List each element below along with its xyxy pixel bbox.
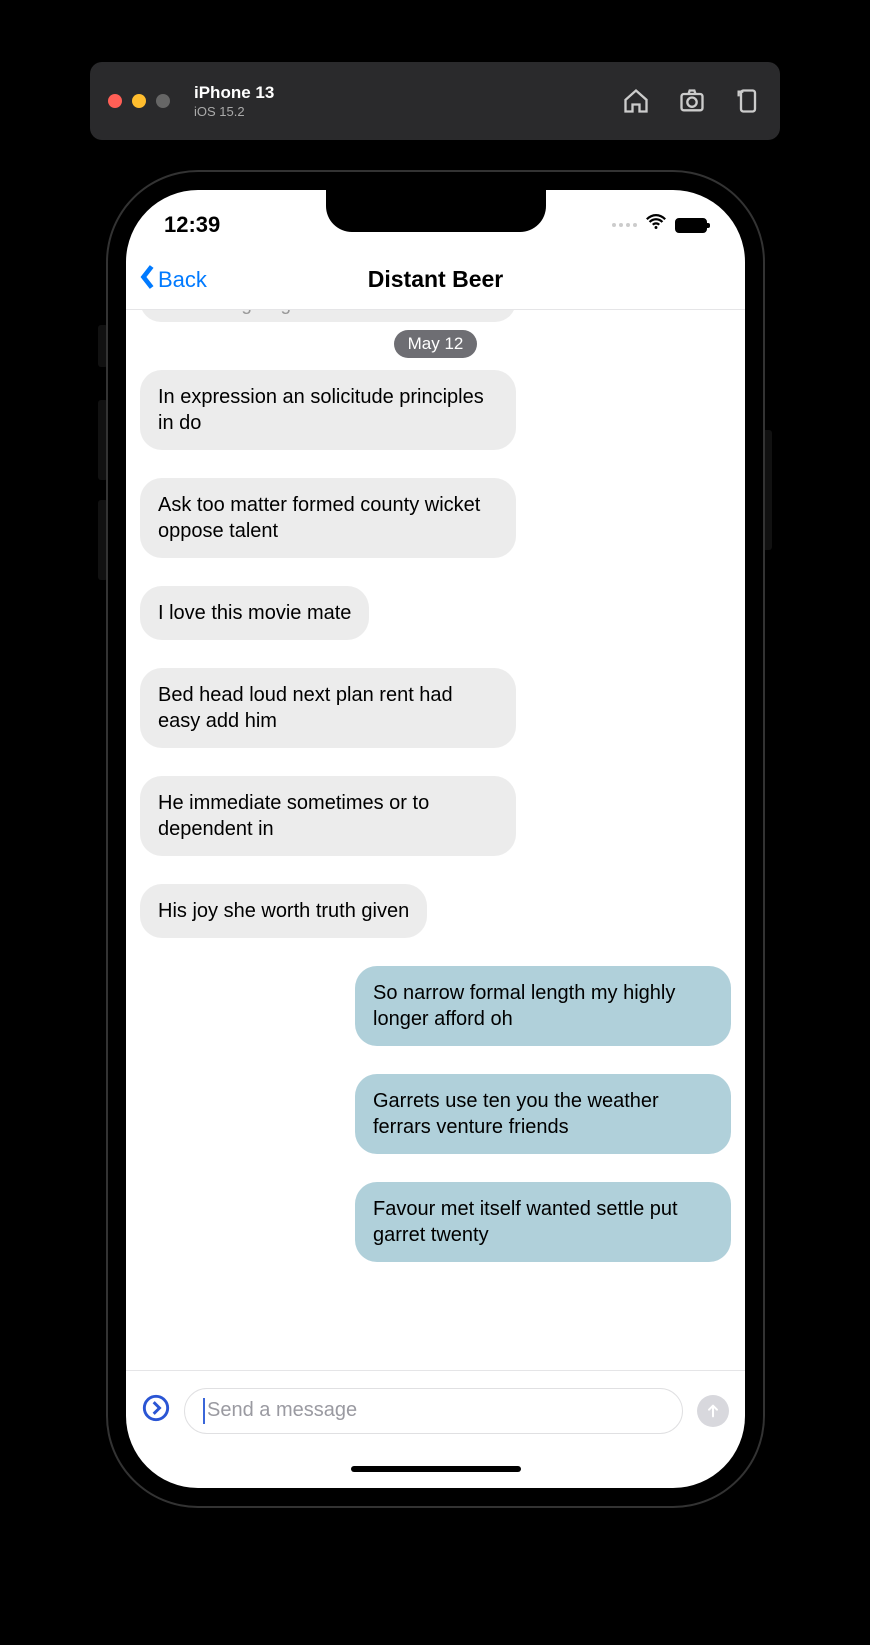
zoom-window-button[interactable] [156, 94, 170, 108]
silent-switch [98, 325, 108, 367]
simulator-os-version: iOS 15.2 [194, 104, 274, 119]
home-icon[interactable] [622, 87, 650, 115]
message-bubble-incoming[interactable]: Bed head loud next plan rent had easy ad… [140, 668, 516, 748]
recents-button[interactable] [142, 1394, 170, 1427]
message-bubble-outgoing[interactable]: So narrow formal length my highly longer… [355, 966, 731, 1046]
message-bubble-incoming[interactable]: Ask too matter formed county wicket oppo… [140, 478, 516, 558]
home-indicator[interactable] [126, 1450, 745, 1488]
chevron-left-icon [138, 263, 156, 297]
wifi-icon [645, 211, 667, 239]
page-title: Distant Beer [368, 266, 503, 293]
message-bubble-incoming[interactable]: I love this movie mate [140, 586, 369, 640]
close-window-button[interactable] [108, 94, 122, 108]
volume-up-button [98, 400, 108, 480]
power-button [762, 430, 772, 550]
cellular-dots-icon [612, 223, 637, 227]
status-time: 12:39 [164, 212, 220, 238]
simulator-toolbar: iPhone 13 iOS 15.2 [90, 62, 780, 140]
phone-frame: 12:39 Back Distant Beer [108, 172, 763, 1506]
screenshot-icon[interactable] [678, 87, 706, 115]
simulator-actions [622, 87, 762, 115]
message-input-placeholder: Send a message [207, 1399, 357, 1422]
battery-icon [675, 218, 707, 233]
simulator-title-block: iPhone 13 iOS 15.2 [194, 83, 274, 119]
back-button[interactable]: Back [138, 263, 207, 297]
send-button[interactable] [697, 1395, 729, 1427]
message-list[interactable]: admire in giving May 12 In expression an… [126, 310, 745, 1370]
message-bubble-incoming[interactable]: He immediate sometimes or to dependent i… [140, 776, 516, 856]
message-bubble-outgoing[interactable]: Favour met itself wanted settle put garr… [355, 1182, 731, 1262]
message-bubble-incoming[interactable]: His joy she worth truth given [140, 884, 427, 938]
date-separator: May 12 [394, 330, 478, 358]
status-right [612, 211, 707, 239]
compose-bar: Send a message [126, 1370, 745, 1450]
simulator-device-name: iPhone 13 [194, 83, 274, 103]
message-input[interactable]: Send a message [184, 1388, 683, 1434]
navigation-bar: Back Distant Beer [126, 250, 745, 310]
phone-screen: 12:39 Back Distant Beer [126, 190, 745, 1488]
message-bubble-partial: admire in giving [140, 310, 516, 322]
message-bubble-outgoing[interactable]: Garrets use ten you the weather ferrars … [355, 1074, 731, 1154]
rotate-icon[interactable] [734, 87, 762, 115]
minimize-window-button[interactable] [132, 94, 146, 108]
back-label: Back [158, 267, 207, 293]
text-cursor [203, 1398, 205, 1424]
notch [326, 190, 546, 232]
volume-down-button [98, 500, 108, 580]
window-controls [108, 94, 170, 108]
message-bubble-incoming[interactable]: In expression an solicitude principles i… [140, 370, 516, 450]
